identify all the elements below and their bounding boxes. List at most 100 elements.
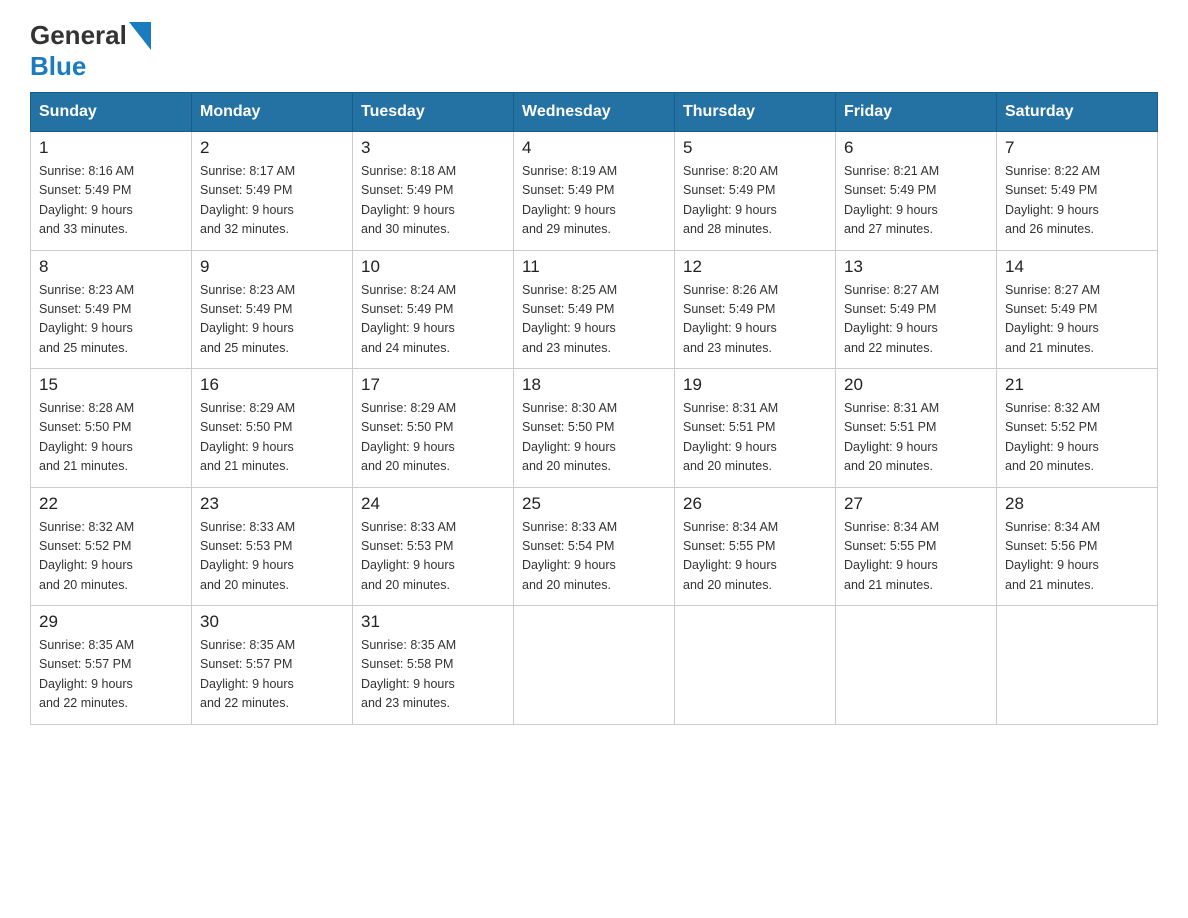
weekday-header-saturday: Saturday [997, 93, 1158, 132]
calendar-cell: 24 Sunrise: 8:33 AMSunset: 5:53 PMDaylig… [353, 487, 514, 606]
day-info: Sunrise: 8:33 AMSunset: 5:54 PMDaylight:… [522, 518, 666, 596]
weekday-header-thursday: Thursday [675, 93, 836, 132]
logo-blue-text: Blue [30, 51, 86, 81]
day-number: 12 [683, 257, 827, 277]
calendar-cell: 20 Sunrise: 8:31 AMSunset: 5:51 PMDaylig… [836, 369, 997, 488]
calendar-cell: 17 Sunrise: 8:29 AMSunset: 5:50 PMDaylig… [353, 369, 514, 488]
day-info: Sunrise: 8:31 AMSunset: 5:51 PMDaylight:… [844, 399, 988, 477]
weekday-header-monday: Monday [192, 93, 353, 132]
calendar-table: SundayMondayTuesdayWednesdayThursdayFrid… [30, 92, 1158, 725]
calendar-cell [514, 606, 675, 725]
day-info: Sunrise: 8:25 AMSunset: 5:49 PMDaylight:… [522, 281, 666, 359]
day-number: 22 [39, 494, 183, 514]
day-info: Sunrise: 8:28 AMSunset: 5:50 PMDaylight:… [39, 399, 183, 477]
day-number: 17 [361, 375, 505, 395]
day-number: 28 [1005, 494, 1149, 514]
day-info: Sunrise: 8:32 AMSunset: 5:52 PMDaylight:… [1005, 399, 1149, 477]
day-number: 31 [361, 612, 505, 632]
day-number: 4 [522, 138, 666, 158]
calendar-cell: 28 Sunrise: 8:34 AMSunset: 5:56 PMDaylig… [997, 487, 1158, 606]
weekday-header-sunday: Sunday [31, 93, 192, 132]
day-info: Sunrise: 8:23 AMSunset: 5:49 PMDaylight:… [39, 281, 183, 359]
day-info: Sunrise: 8:29 AMSunset: 5:50 PMDaylight:… [361, 399, 505, 477]
day-number: 19 [683, 375, 827, 395]
calendar-cell: 2 Sunrise: 8:17 AMSunset: 5:49 PMDayligh… [192, 132, 353, 251]
day-number: 24 [361, 494, 505, 514]
calendar-cell: 14 Sunrise: 8:27 AMSunset: 5:49 PMDaylig… [997, 250, 1158, 369]
day-number: 3 [361, 138, 505, 158]
day-info: Sunrise: 8:23 AMSunset: 5:49 PMDaylight:… [200, 281, 344, 359]
day-info: Sunrise: 8:27 AMSunset: 5:49 PMDaylight:… [844, 281, 988, 359]
day-number: 1 [39, 138, 183, 158]
day-info: Sunrise: 8:20 AMSunset: 5:49 PMDaylight:… [683, 162, 827, 240]
weekday-header-wednesday: Wednesday [514, 93, 675, 132]
day-info: Sunrise: 8:33 AMSunset: 5:53 PMDaylight:… [200, 518, 344, 596]
day-info: Sunrise: 8:29 AMSunset: 5:50 PMDaylight:… [200, 399, 344, 477]
calendar-cell: 25 Sunrise: 8:33 AMSunset: 5:54 PMDaylig… [514, 487, 675, 606]
day-number: 29 [39, 612, 183, 632]
day-number: 21 [1005, 375, 1149, 395]
calendar-cell: 21 Sunrise: 8:32 AMSunset: 5:52 PMDaylig… [997, 369, 1158, 488]
logo: General Blue [30, 20, 153, 82]
day-info: Sunrise: 8:30 AMSunset: 5:50 PMDaylight:… [522, 399, 666, 477]
day-number: 2 [200, 138, 344, 158]
week-row-1: 1 Sunrise: 8:16 AMSunset: 5:49 PMDayligh… [31, 132, 1158, 251]
day-number: 7 [1005, 138, 1149, 158]
day-number: 6 [844, 138, 988, 158]
calendar-cell [836, 606, 997, 725]
calendar-cell: 9 Sunrise: 8:23 AMSunset: 5:49 PMDayligh… [192, 250, 353, 369]
calendar-cell [997, 606, 1158, 725]
calendar-cell: 13 Sunrise: 8:27 AMSunset: 5:49 PMDaylig… [836, 250, 997, 369]
day-number: 18 [522, 375, 666, 395]
day-info: Sunrise: 8:35 AMSunset: 5:57 PMDaylight:… [39, 636, 183, 714]
day-number: 11 [522, 257, 666, 277]
day-number: 16 [200, 375, 344, 395]
calendar-cell [675, 606, 836, 725]
calendar-cell: 6 Sunrise: 8:21 AMSunset: 5:49 PMDayligh… [836, 132, 997, 251]
calendar-cell: 1 Sunrise: 8:16 AMSunset: 5:49 PMDayligh… [31, 132, 192, 251]
day-info: Sunrise: 8:18 AMSunset: 5:49 PMDaylight:… [361, 162, 505, 240]
day-info: Sunrise: 8:33 AMSunset: 5:53 PMDaylight:… [361, 518, 505, 596]
calendar-cell: 31 Sunrise: 8:35 AMSunset: 5:58 PMDaylig… [353, 606, 514, 725]
logo-general-text: General [30, 20, 127, 51]
calendar-cell: 15 Sunrise: 8:28 AMSunset: 5:50 PMDaylig… [31, 369, 192, 488]
calendar-cell: 8 Sunrise: 8:23 AMSunset: 5:49 PMDayligh… [31, 250, 192, 369]
calendar-cell: 27 Sunrise: 8:34 AMSunset: 5:55 PMDaylig… [836, 487, 997, 606]
day-info: Sunrise: 8:32 AMSunset: 5:52 PMDaylight:… [39, 518, 183, 596]
day-number: 23 [200, 494, 344, 514]
day-info: Sunrise: 8:35 AMSunset: 5:58 PMDaylight:… [361, 636, 505, 714]
page-header: General Blue [30, 20, 1158, 82]
calendar-cell: 7 Sunrise: 8:22 AMSunset: 5:49 PMDayligh… [997, 132, 1158, 251]
day-info: Sunrise: 8:27 AMSunset: 5:49 PMDaylight:… [1005, 281, 1149, 359]
calendar-cell: 10 Sunrise: 8:24 AMSunset: 5:49 PMDaylig… [353, 250, 514, 369]
calendar-cell: 19 Sunrise: 8:31 AMSunset: 5:51 PMDaylig… [675, 369, 836, 488]
day-info: Sunrise: 8:35 AMSunset: 5:57 PMDaylight:… [200, 636, 344, 714]
calendar-cell: 30 Sunrise: 8:35 AMSunset: 5:57 PMDaylig… [192, 606, 353, 725]
week-row-5: 29 Sunrise: 8:35 AMSunset: 5:57 PMDaylig… [31, 606, 1158, 725]
day-info: Sunrise: 8:21 AMSunset: 5:49 PMDaylight:… [844, 162, 988, 240]
week-row-3: 15 Sunrise: 8:28 AMSunset: 5:50 PMDaylig… [31, 369, 1158, 488]
day-number: 20 [844, 375, 988, 395]
day-info: Sunrise: 8:17 AMSunset: 5:49 PMDaylight:… [200, 162, 344, 240]
calendar-cell: 18 Sunrise: 8:30 AMSunset: 5:50 PMDaylig… [514, 369, 675, 488]
day-info: Sunrise: 8:34 AMSunset: 5:55 PMDaylight:… [844, 518, 988, 596]
day-number: 30 [200, 612, 344, 632]
day-number: 5 [683, 138, 827, 158]
day-number: 14 [1005, 257, 1149, 277]
logo-triangle-icon [129, 22, 151, 50]
calendar-cell: 11 Sunrise: 8:25 AMSunset: 5:49 PMDaylig… [514, 250, 675, 369]
day-info: Sunrise: 8:24 AMSunset: 5:49 PMDaylight:… [361, 281, 505, 359]
day-number: 13 [844, 257, 988, 277]
calendar-cell: 26 Sunrise: 8:34 AMSunset: 5:55 PMDaylig… [675, 487, 836, 606]
day-number: 25 [522, 494, 666, 514]
weekday-header-row: SundayMondayTuesdayWednesdayThursdayFrid… [31, 93, 1158, 132]
day-number: 27 [844, 494, 988, 514]
weekday-header-friday: Friday [836, 93, 997, 132]
day-info: Sunrise: 8:26 AMSunset: 5:49 PMDaylight:… [683, 281, 827, 359]
week-row-2: 8 Sunrise: 8:23 AMSunset: 5:49 PMDayligh… [31, 250, 1158, 369]
day-info: Sunrise: 8:19 AMSunset: 5:49 PMDaylight:… [522, 162, 666, 240]
day-info: Sunrise: 8:31 AMSunset: 5:51 PMDaylight:… [683, 399, 827, 477]
day-info: Sunrise: 8:16 AMSunset: 5:49 PMDaylight:… [39, 162, 183, 240]
weekday-header-tuesday: Tuesday [353, 93, 514, 132]
calendar-cell: 4 Sunrise: 8:19 AMSunset: 5:49 PMDayligh… [514, 132, 675, 251]
